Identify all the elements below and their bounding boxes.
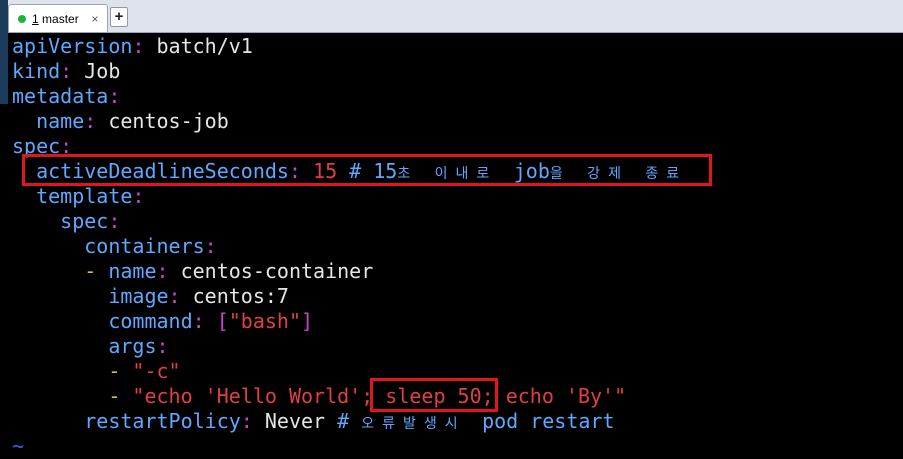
- code-line: args:: [108, 334, 169, 358]
- connected-status-icon: [18, 14, 26, 23]
- code-line: restartPolicy: Never # 오류발생시 pod restart: [84, 409, 615, 433]
- code-line: - "echo 'Hello World'; sleep 50; echo 'B…: [108, 384, 627, 408]
- code-line: apiVersion: batch/v1: [12, 34, 253, 58]
- new-tab-button[interactable]: +: [110, 7, 128, 27]
- close-icon[interactable]: ×: [87, 12, 103, 26]
- highlight-box-deadline: [22, 154, 712, 186]
- code-line: metadata:: [12, 84, 121, 108]
- code-line: - name: centos-container: [84, 259, 374, 283]
- code-line: ~: [12, 434, 25, 458]
- code-line: spec:: [60, 209, 121, 233]
- code-line: - "-c": [108, 359, 181, 383]
- tab-master[interactable]: 1 master ×: [8, 4, 108, 32]
- code-line: image: centos:7: [108, 284, 289, 308]
- tab-bar: 1 master × +: [0, 0, 903, 104]
- code-line: containers:: [84, 234, 217, 258]
- tab-label: 1 master: [32, 11, 79, 26]
- code-line: kind: Job: [12, 59, 121, 83]
- code-line: name: centos-job: [36, 109, 229, 133]
- code-line: command: ["bash"]: [108, 309, 314, 333]
- highlight-box-sleep: [370, 378, 498, 412]
- code-line: template:: [36, 184, 145, 208]
- terminal-editor[interactable]: apiVersion: batch/v1 kind: Job metadata:…: [0, 34, 903, 458]
